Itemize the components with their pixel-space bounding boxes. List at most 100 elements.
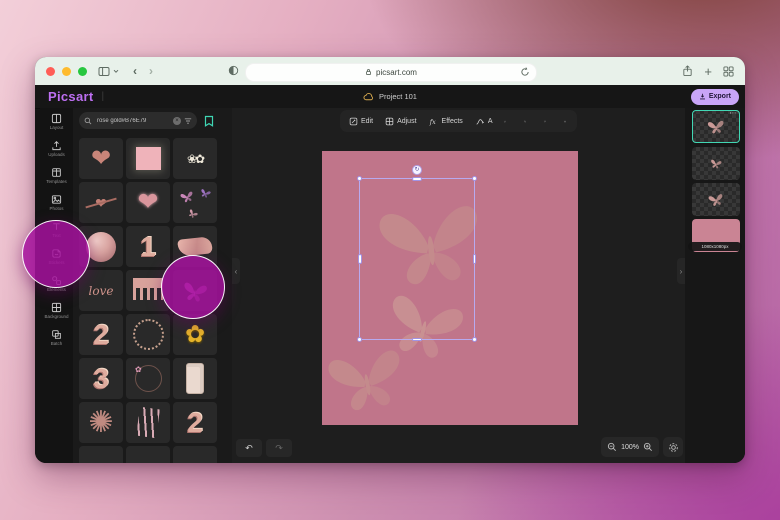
sticker-mini-butterflies[interactable] <box>173 182 217 223</box>
rotate-handle[interactable]: ↻ <box>412 165 422 175</box>
search-input[interactable] <box>95 117 170 125</box>
selection-handle-left[interactable] <box>358 254 362 264</box>
reload-icon[interactable] <box>520 67 530 77</box>
new-tab-icon[interactable]: + <box>704 65 712 78</box>
filter-icon[interactable] <box>184 117 192 125</box>
url-text: picsart.com <box>376 68 417 77</box>
selection-handle-right[interactable] <box>473 254 477 264</box>
zoom-level[interactable]: 100% <box>621 444 639 451</box>
editor-header: Picsart | Project 101 Export <box>35 85 745 109</box>
history-controls: ↶ ↷ <box>236 439 292 457</box>
layer-thumbnail-butterfly[interactable] <box>692 183 740 216</box>
selection-handle-top[interactable] <box>412 177 422 181</box>
back-button[interactable]: ‹ <box>133 65 137 77</box>
zoom-controls: 100% <box>601 437 659 457</box>
batch-icon <box>51 329 62 340</box>
undo-button[interactable]: ↶ <box>236 439 262 457</box>
share-icon[interactable] <box>682 65 693 77</box>
photos-icon <box>51 194 62 205</box>
download-icon <box>699 93 706 100</box>
sidebar-item-uploads[interactable]: Uploads <box>40 135 73 162</box>
maximize-button[interactable] <box>78 67 87 76</box>
sticker-search[interactable]: × <box>79 112 197 129</box>
sticker-drip-heart[interactable]: ❤ <box>79 138 123 179</box>
canvas-size-badge: 1080x1080px <box>688 242 742 251</box>
sidebar-item-layout[interactable]: Layout <box>40 108 73 135</box>
sticker-glitter-heart[interactable]: ❤ <box>126 182 170 223</box>
selection-handle-top-right[interactable] <box>472 176 477 181</box>
close-button[interactable] <box>46 67 55 76</box>
selection-handle-bottom[interactable] <box>412 338 422 342</box>
collapse-right-panel[interactable]: › <box>677 258 685 284</box>
effects-icon: fx <box>429 117 439 126</box>
sticker-wreath[interactable] <box>126 314 170 355</box>
browser-window: ‹ › picsart.com + Picsart | <box>35 57 745 463</box>
collapse-left-panel[interactable]: ‹ <box>232 258 240 284</box>
background-icon <box>51 302 62 313</box>
saved-stickers-icon[interactable] <box>204 115 214 127</box>
position-icon <box>504 116 506 127</box>
sticker-flowers[interactable]: ❀✿ <box>173 138 217 179</box>
sticker-floral-wreath[interactable]: ✿ <box>126 358 170 399</box>
selection-box[interactable]: ↻ <box>359 178 475 340</box>
zoom-in-button[interactable] <box>643 442 653 452</box>
sticker-balloon[interactable]: 2 <box>79 314 123 355</box>
adjust-icon <box>385 117 394 126</box>
uploads-icon <box>51 140 62 151</box>
layer-thumbnail-butterfly[interactable] <box>692 147 740 180</box>
adjust-button[interactable]: Adjust <box>380 112 421 130</box>
selection-handle-bottom-right[interactable] <box>472 337 477 342</box>
canvas-settings-button[interactable] <box>663 437 683 457</box>
comment-button[interactable] <box>538 112 552 130</box>
zoom-out-icon <box>607 442 617 452</box>
zoom-out-button[interactable] <box>607 442 617 452</box>
sticker-frame[interactable] <box>126 138 170 179</box>
search-icon <box>84 117 92 125</box>
sticker-mandala[interactable]: ✺ <box>79 402 123 443</box>
sidebar-item-templates[interactable]: Templates <box>40 162 73 189</box>
chevron-down-icon[interactable] <box>113 69 119 74</box>
sticker-balloon[interactable]: 3 <box>79 358 123 399</box>
privacy-shield-icon[interactable] <box>228 65 239 76</box>
butterfly-icon <box>709 157 723 170</box>
sticker-balloon[interactable]: 2 <box>173 402 217 443</box>
tab-overview-icon[interactable] <box>723 66 734 77</box>
minimize-button[interactable] <box>62 67 71 76</box>
sticker-gold-rose[interactable]: ✿ <box>173 314 217 355</box>
browser-chrome: ‹ › picsart.com + <box>35 57 745 86</box>
project-name: Project 101 <box>379 92 417 101</box>
butterfly-icon <box>706 118 726 136</box>
canvas-butterfly[interactable] <box>319 332 413 419</box>
sidebar-item-background[interactable]: Background <box>40 297 73 324</box>
forward-button[interactable]: › <box>149 65 153 77</box>
sidebar-toggle-icon[interactable] <box>98 66 110 77</box>
redo-button[interactable]: ↷ <box>266 439 292 457</box>
effects-button[interactable]: fx Effects <box>424 112 468 130</box>
layer-thumbnail-butterfly[interactable]: ⋯ <box>692 110 740 143</box>
address-bar[interactable]: picsart.com <box>245 63 537 82</box>
sticker-brushes[interactable] <box>126 402 170 443</box>
lock-icon <box>365 68 372 76</box>
sticker-phone[interactable] <box>173 358 217 399</box>
sticker-arrow-heart[interactable]: ❤ <box>79 182 123 223</box>
sticker-love[interactable]: love <box>79 270 123 311</box>
crop-icon <box>524 116 526 127</box>
picsart-logo[interactable]: Picsart <box>48 89 93 104</box>
layer-more-icon[interactable]: ⋯ <box>730 110 738 117</box>
delete-button[interactable] <box>558 112 572 130</box>
position-button[interactable] <box>498 112 512 130</box>
animation-icon <box>475 117 485 126</box>
sidebar-item-photos[interactable]: Photos <box>40 189 73 216</box>
artboard[interactable]: ↻ <box>322 151 578 425</box>
canvas-area: Edit Adjust fx Effects Animation <box>232 108 685 463</box>
sidebar-item-batch[interactable]: Batch <box>40 324 73 351</box>
edit-button[interactable]: Edit <box>344 112 378 130</box>
edit-icon <box>349 117 358 126</box>
project-title[interactable]: Project 101 <box>363 92 417 101</box>
export-button[interactable]: Export <box>691 89 739 105</box>
crop-button[interactable] <box>518 112 532 130</box>
sticker-balloon[interactable]: 1 <box>126 226 170 267</box>
clear-search-icon[interactable]: × <box>173 117 181 125</box>
selection-handle-bottom-left[interactable] <box>357 337 362 342</box>
selection-handle-top-left[interactable] <box>357 176 362 181</box>
